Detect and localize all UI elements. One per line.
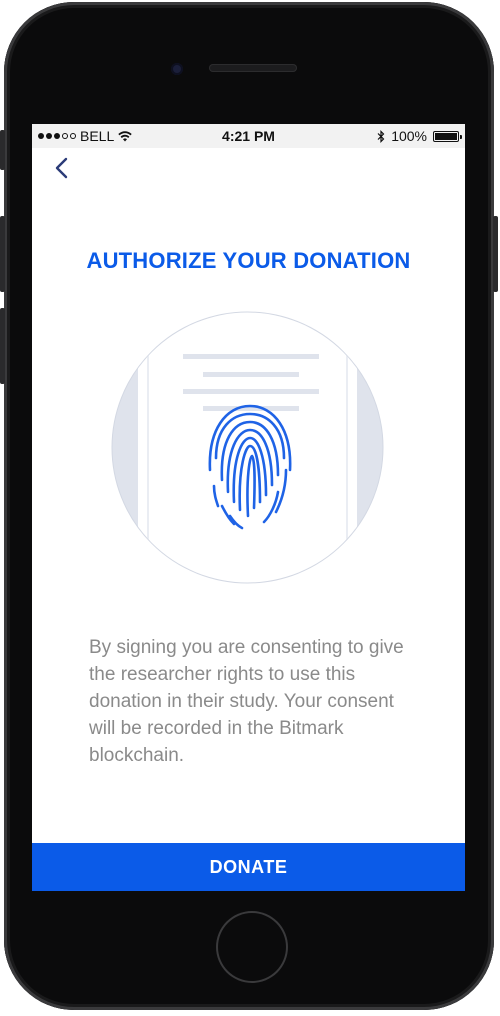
- fingerprint-document-icon: [111, 311, 384, 584]
- status-bar-right: 100%: [377, 128, 462, 144]
- consent-description: By signing you are consenting to give th…: [89, 637, 404, 766]
- volume-up-button: [0, 216, 5, 292]
- volume-down-button: [0, 308, 5, 384]
- back-button[interactable]: [52, 154, 76, 184]
- earpiece-speaker: [209, 64, 297, 72]
- battery-percent: 100%: [391, 128, 427, 144]
- battery-icon: [433, 130, 462, 142]
- mute-switch: [0, 130, 5, 170]
- app-screen: BELL 4:21 PM 100% AUTHORIZE YOUR DONATIO…: [32, 124, 465, 891]
- status-bar: BELL 4:21 PM 100%: [32, 124, 465, 148]
- page-title: AUTHORIZE YOUR DONATION: [86, 248, 411, 273]
- home-button[interactable]: [216, 911, 288, 983]
- chevron-left-icon: [55, 157, 68, 179]
- front-camera: [171, 63, 183, 75]
- bluetooth-icon: [377, 129, 385, 143]
- donate-button[interactable]: DONATE: [32, 843, 465, 891]
- power-button: [493, 216, 498, 292]
